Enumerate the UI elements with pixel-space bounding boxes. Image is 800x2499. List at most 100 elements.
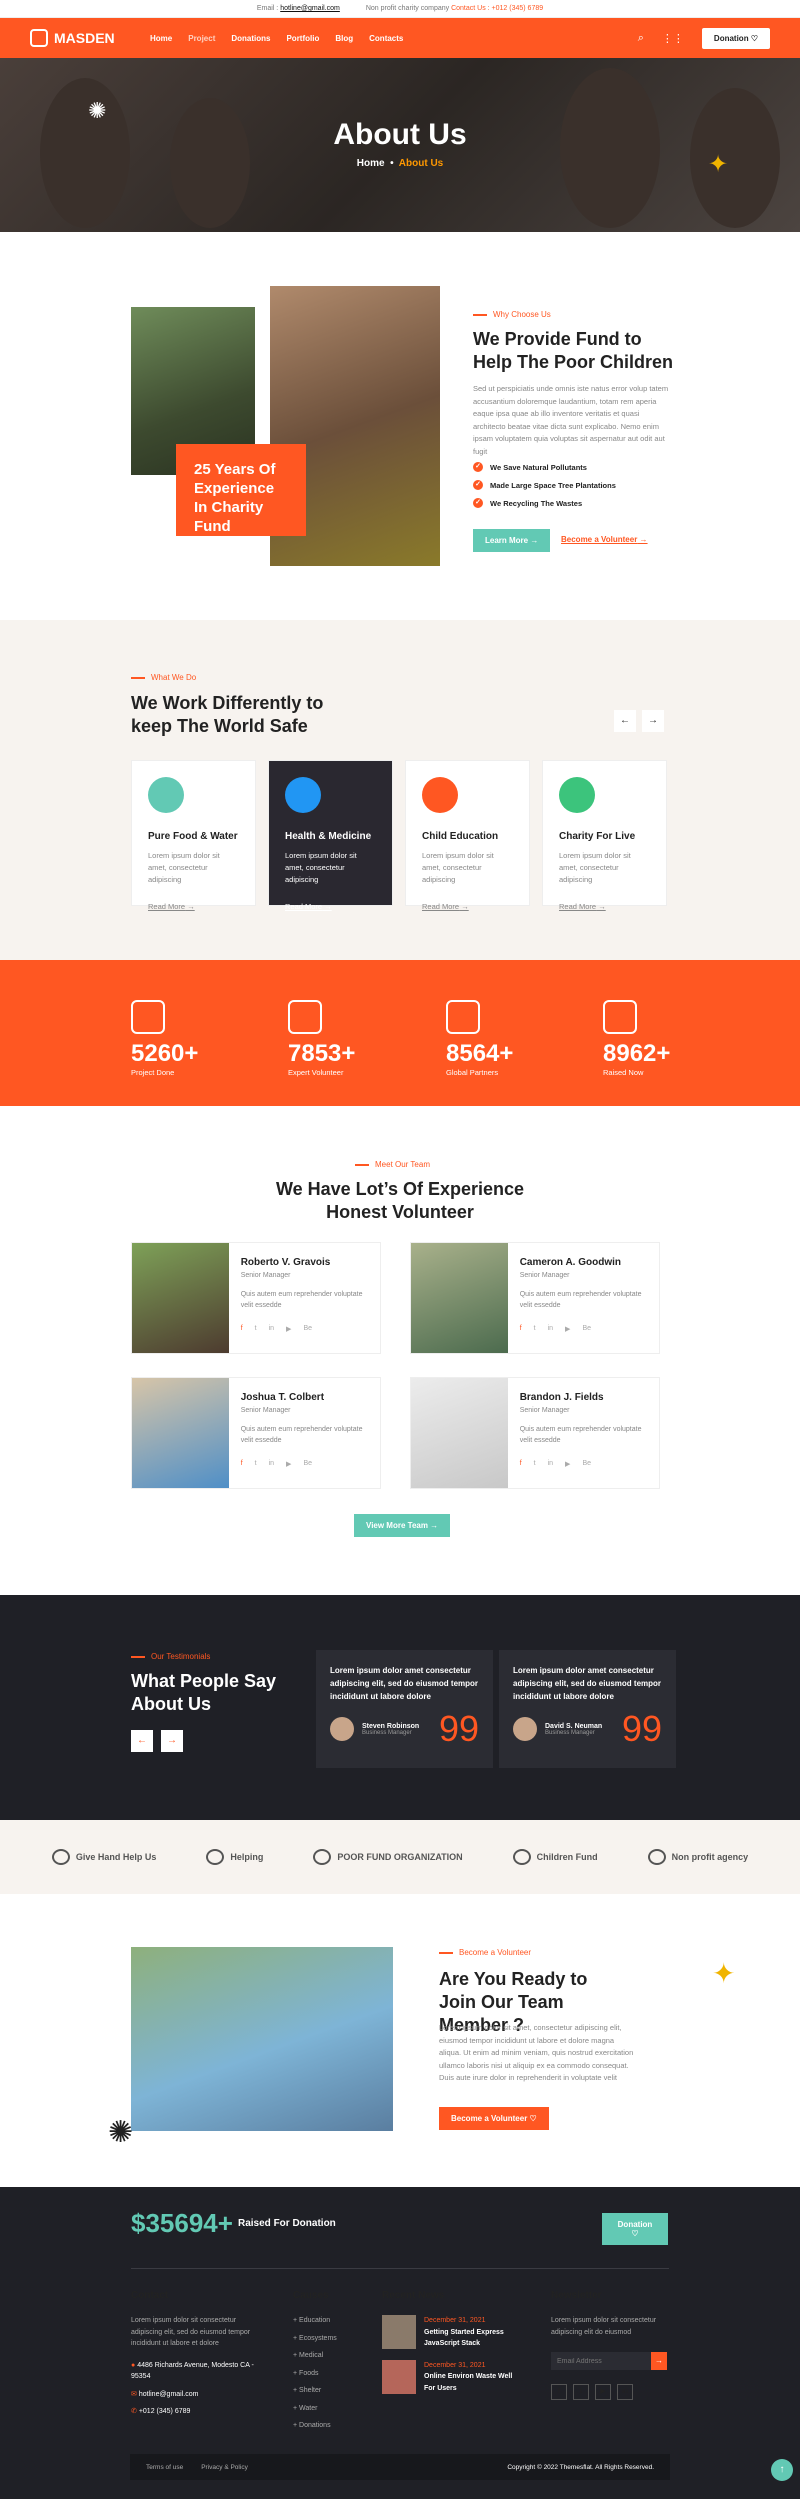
newsletter-email-input[interactable] (551, 2352, 651, 2370)
service-card[interactable]: Health & Medicine Lorem ipsum dolor sit … (268, 760, 393, 911)
service-card[interactable]: Pure Food & Water Lorem ipsum dolor sit … (131, 760, 256, 911)
partner-logo[interactable]: Give Hand Help Us (51, 1849, 156, 1865)
youtube-icon[interactable]: ▶ (286, 1460, 291, 1468)
breadcrumb-home[interactable]: Home (357, 158, 385, 169)
privacy-link[interactable]: Privacy & Policy (201, 2464, 248, 2471)
stat-item: 7853+ Expert Volunteer (288, 1000, 355, 1077)
nav-donations[interactable]: Donations (231, 34, 270, 43)
read-more-link[interactable]: Read More → (422, 902, 469, 911)
subscribe-button[interactable]: → (651, 2352, 667, 2370)
cause-link[interactable]: + Donations (293, 2420, 373, 2432)
behance-icon[interactable]: Be (303, 1460, 312, 1468)
twitter-icon[interactable]: t (534, 1460, 536, 1468)
raised-icon (603, 1000, 637, 1034)
partner-logo[interactable]: POOR FUND ORGANIZATION (313, 1849, 463, 1865)
linkedin-icon[interactable]: in (548, 1325, 553, 1333)
sparkle-icon: ✺ (108, 2116, 134, 2149)
nav-portfolio[interactable]: Portfolio (286, 34, 319, 43)
linkedin-icon[interactable]: in (548, 1460, 553, 1468)
partner-logo[interactable]: Helping (206, 1849, 263, 1865)
next-arrow-button[interactable]: → (642, 710, 664, 732)
avatar (330, 1717, 354, 1741)
divider (131, 2268, 669, 2269)
footer-phone[interactable]: +012 (345) 6789 (139, 2408, 191, 2415)
behance-icon[interactable]: Be (582, 1460, 591, 1468)
read-more-link[interactable]: Read More → (148, 902, 195, 911)
linkedin-icon[interactable]: in (269, 1460, 274, 1468)
volunteer-photo (132, 1378, 229, 1488)
twitter-icon[interactable]: t (255, 1325, 257, 1333)
nav-home[interactable]: Home (150, 34, 172, 43)
nav-blog[interactable]: Blog (335, 34, 353, 43)
view-more-team-button[interactable]: View More Team → (354, 1514, 451, 1537)
facebook-icon[interactable]: f (520, 1325, 522, 1333)
volunteer-photo (411, 1378, 508, 1488)
cause-link[interactable]: + Shelter (293, 2385, 373, 2397)
news-item[interactable]: December 31, 2021 Getting Started Express… (382, 2315, 522, 2350)
learn-more-button[interactable]: Learn More → (473, 529, 551, 552)
medicine-icon (285, 777, 321, 813)
facebook-icon[interactable]: f (520, 1460, 522, 1468)
youtube-icon[interactable]: ▶ (565, 1325, 570, 1333)
read-more-link[interactable]: Read More → (559, 902, 606, 911)
behance-icon[interactable]: Be (303, 1325, 312, 1333)
youtube-icon[interactable]: ▶ (565, 1460, 570, 1468)
grid-menu-icon[interactable]: ⋮⋮ (662, 32, 684, 45)
facebook-icon[interactable]: f (241, 1460, 243, 1468)
terms-link[interactable]: Terms of use (146, 2464, 183, 2471)
cause-link[interactable]: + Ecosystems (293, 2333, 373, 2345)
service-card[interactable]: Charity For Live Lorem ipsum dolor sit a… (542, 760, 667, 911)
read-more-link[interactable]: Read More → (285, 902, 332, 911)
become-volunteer-link[interactable]: Become a Volunteer → (561, 535, 648, 544)
what-we-do-title: We Work Differently to keep The World Sa… (131, 693, 324, 736)
volunteer-photo (132, 1243, 229, 1353)
testimonial-card: Lorem ipsum dolor amet consectetur adipi… (316, 1650, 493, 1768)
project-icon (131, 1000, 165, 1034)
about-text: Sed ut perspiciatis unde omnis iste natu… (473, 384, 669, 456)
logo[interactable]: MASDEN (30, 29, 150, 47)
check-item: ✓ We Recycling The Wastes (473, 498, 582, 508)
card-text: Lorem ipsum dolor sit amet, consectetur … (559, 851, 631, 884)
donation-button[interactable]: Donation ♡ (701, 27, 770, 49)
back-to-top-icon[interactable]: ↑ (771, 2459, 793, 2481)
news-item[interactable]: December 31, 2021 Online Environ Waste We… (382, 2359, 522, 2395)
cause-link[interactable]: + Foods (293, 2368, 373, 2380)
check-item: ✓ We Save Natural Pollutants (473, 462, 587, 472)
behance-icon[interactable]: Be (582, 1325, 591, 1333)
twitter-icon[interactable]: t (573, 2384, 589, 2400)
facebook-icon[interactable]: f (551, 2384, 567, 2400)
card-title: Charity For Live (559, 831, 636, 842)
twitter-icon[interactable]: t (534, 1325, 536, 1333)
email-info: Email : hotline@gmail.com (256, 5, 340, 12)
footer-news: Recent News December 31, 2021 Getting Sta… (382, 2290, 522, 2394)
volunteer-card: Joshua T. Colbert Senior Manager Quis aute… (131, 1377, 381, 1489)
prev-arrow-button[interactable]: ← (614, 710, 636, 732)
page-title: About Us (333, 118, 467, 151)
volunteer-card: Roberto V. Gravois Senior Manager Quis aut… (131, 1242, 381, 1354)
footer-email[interactable]: hotline@gmail.com (139, 2391, 199, 2398)
partner-logo[interactable]: Non profit agency (647, 1849, 748, 1865)
footer-donation-button[interactable]: Donation ♡ (602, 2213, 668, 2245)
prev-arrow-button[interactable]: ← (131, 1730, 153, 1752)
cause-link[interactable]: + Medical (293, 2350, 373, 2362)
email-link[interactable]: hotline@gmail.com (280, 5, 340, 12)
nav-project[interactable]: Project (188, 34, 215, 43)
facebook-icon[interactable]: f (241, 1325, 243, 1333)
become-volunteer-button[interactable]: Become a Volunteer ♡ (439, 2107, 549, 2130)
linkedin-icon[interactable]: in (617, 2384, 633, 2400)
cause-link[interactable]: + Water (293, 2403, 373, 2415)
volunteer-card: Brandon J. Fields Senior Manager Quis aute… (410, 1377, 660, 1489)
cause-link[interactable]: + Education (293, 2315, 373, 2327)
phone-link[interactable]: +012 (345) 6789 (492, 5, 544, 12)
youtube-icon[interactable]: ▶ (286, 1325, 291, 1333)
next-arrow-button[interactable]: → (161, 1730, 183, 1752)
search-icon[interactable]: ⌕ (638, 32, 644, 45)
service-card[interactable]: Child Education Lorem ipsum dolor sit am… (405, 760, 530, 911)
twitter-icon[interactable]: t (255, 1460, 257, 1468)
youtube-icon[interactable]: ▶ (595, 2384, 611, 2400)
heart-hand-icon (206, 1849, 225, 1865)
linkedin-icon[interactable]: in (269, 1325, 274, 1333)
nav-contacts[interactable]: Contacts (369, 34, 403, 43)
partner-logo[interactable]: Children Fund (512, 1849, 598, 1865)
quote-icon: 99 (621, 1708, 662, 1749)
